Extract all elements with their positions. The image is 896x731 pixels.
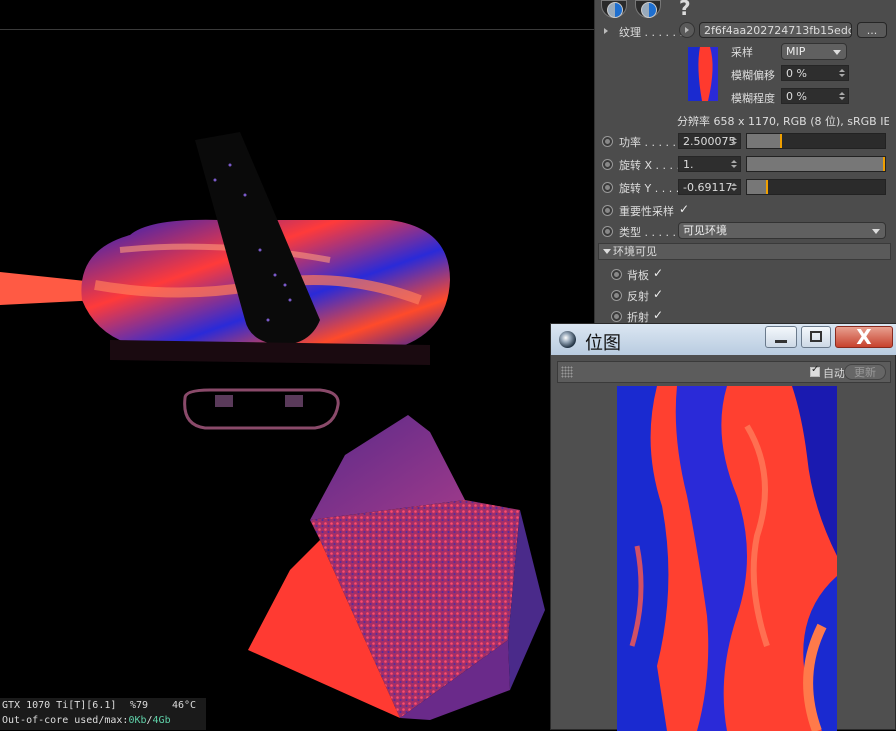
texture-thumbnail [688,47,718,101]
rotation-x-slider-fill [747,157,885,171]
power-label: 功率 . . . . . . [619,136,683,149]
background-label: 背板 [627,269,649,282]
render-percent: %79 [130,700,149,711]
maximize-icon [810,331,822,342]
scene-gem [248,415,545,720]
rotation-x-label: 旋转 X . . . . [619,159,681,172]
out-of-core-max: 4Gb [152,715,171,726]
render-viewport[interactable]: GTX 1070 Ti[T][6.1] %79 46°C Out-of-core… [0,0,594,730]
render-status-bar: GTX 1070 Ti[T][6.1] %79 46°C Out-of-core… [0,698,206,730]
rotation-y-slider[interactable] [746,179,886,195]
blur-scale-label: 模糊程度 [731,92,775,105]
rotation-x-slider-handle[interactable] [883,157,885,171]
texture-label: 纹理 . . . . . . [619,26,683,39]
texture-path-field[interactable]: 2f6f4aa202724713fb15edccf [699,22,852,38]
blur-scale-input[interactable]: 0 % [781,88,849,104]
power-slider-handle[interactable] [779,134,782,148]
type-label: 类型 . . . . . . [619,226,683,239]
close-button[interactable]: X [835,325,893,349]
close-icon: X [856,325,872,349]
rotation-x-keyframe-radio[interactable] [602,159,613,170]
rotation-x-input[interactable]: 1. [678,156,741,172]
minimize-button[interactable] [765,326,797,348]
rotation-y-input[interactable]: -0.69117 [678,179,741,195]
grip-icon[interactable] [561,366,573,378]
hdri-preview-image [617,386,837,731]
reflection-keyframe-radio[interactable] [611,290,622,301]
half-sphere-mode-button[interactable] [635,0,661,18]
background-checkbox[interactable]: ✓ [653,266,663,280]
bitmap-window: 位图 X 自动 更新 [550,323,896,731]
background-keyframe-radio[interactable] [611,269,622,280]
rotation-y-slider-handle[interactable] [765,180,768,194]
type-dropdown[interactable]: 可见环境 [678,222,886,239]
scene-stand [183,388,340,430]
power-slider-fill [747,134,782,148]
power-input[interactable]: 2.500075 [678,133,741,149]
rotation-x-slider[interactable] [746,156,886,172]
sphere-icon [607,2,623,18]
environment-visibility-section[interactable]: 环境可见 [598,243,891,260]
resolution-info: 分辨率 658 x 1170, RGB (8 位), sRGB IEC61 [677,115,889,128]
texture-expand-arrow[interactable] [604,28,608,34]
reflection-label: 反射 [627,290,649,303]
sampling-label: 采样 [731,46,753,59]
refresh-button[interactable]: 更新 [844,364,886,380]
type-keyframe-radio[interactable] [602,226,613,237]
importance-sampling-label: 重要性采样 [619,205,674,218]
out-of-core-used: 0Kb [128,715,147,726]
attribute-panel: ? 纹理 . . . . . . 2f6f4aa202724713fb15edc… [594,0,896,324]
refraction-checkbox[interactable]: ✓ [653,308,663,322]
sampling-dropdown[interactable]: MIP [781,43,847,60]
minimize-icon [775,340,787,343]
blur-offset-input[interactable]: 0 % [781,65,849,81]
gpu-name: GTX 1070 Ti[T][6.1] [2,700,117,711]
refraction-keyframe-radio[interactable] [611,311,622,322]
out-of-core-label: Out-of-core used/max: [2,715,129,726]
auto-update-checkbox[interactable] [810,364,820,377]
half-sphere-icon [641,2,657,18]
bitmap-titlebar[interactable]: 位图 X [551,324,896,355]
importance-sampling-checkbox[interactable]: ✓ [679,202,689,216]
power-slider[interactable] [746,133,886,149]
out-of-core-readout: Out-of-core used/max:0Kb/4Gb [2,715,171,726]
bitmap-toolbar: 自动 更新 [557,361,891,383]
auto-update-label: 自动 [823,367,845,380]
gpu-temperature: 46°C [172,700,197,711]
rotation-y-slider-fill [747,180,768,194]
blur-offset-label: 模糊偏移 [731,69,775,82]
sphere-mode-button[interactable] [601,0,627,18]
help-icon[interactable]: ? [679,0,691,20]
power-keyframe-radio[interactable] [602,136,613,147]
bitmap-window-title: 位图 [585,333,621,354]
importance-keyframe-radio[interactable] [602,205,613,216]
texture-menu-button[interactable] [679,22,695,38]
rendered-scene [0,132,545,720]
play-icon [685,27,689,33]
rotation-y-keyframe-radio[interactable] [602,182,613,193]
maximize-button[interactable] [801,326,831,348]
reflection-checkbox[interactable]: ✓ [653,287,663,301]
rotation-y-label: 旋转 Y . . . . [619,182,680,195]
texture-browse-button[interactable]: ... [857,22,887,38]
cinema4d-icon [559,331,576,348]
